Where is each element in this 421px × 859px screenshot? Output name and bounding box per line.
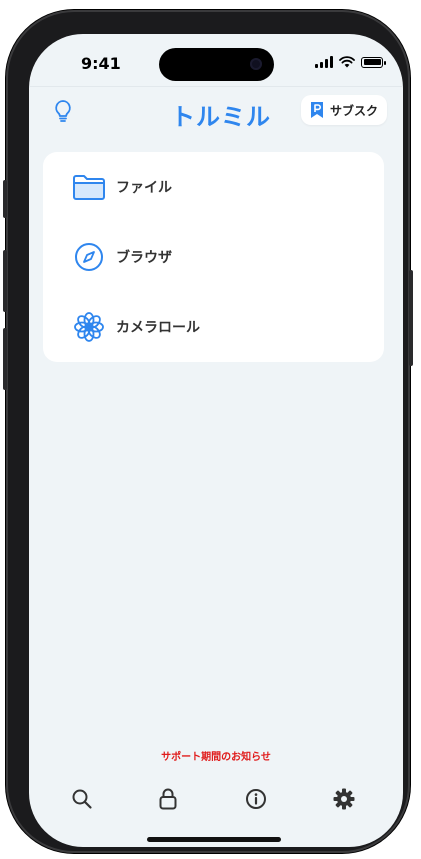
tab-settings[interactable]: [331, 786, 357, 812]
app-logo: トルミル: [171, 103, 271, 131]
front-camera: [250, 58, 262, 70]
folder-icon: [71, 169, 107, 205]
status-time: 9:41: [81, 54, 121, 73]
tab-info[interactable]: [243, 786, 269, 812]
info-icon: [246, 789, 266, 809]
subscribe-label: サブスク: [329, 103, 378, 118]
volume-up-button: [3, 250, 7, 312]
menu-item-camera-roll[interactable]: カメラロール: [43, 297, 384, 357]
action-button: [3, 180, 7, 218]
hint-button[interactable]: [49, 97, 77, 125]
support-notice-link[interactable]: サポート期間のお知らせ: [29, 748, 403, 763]
menu-item-file[interactable]: ファイル: [43, 157, 384, 217]
status-icons: [315, 56, 386, 68]
tab-search[interactable]: [69, 786, 95, 812]
compass-icon: [71, 239, 107, 275]
search-icon: [72, 789, 92, 809]
home-indicator[interactable]: [147, 837, 281, 842]
menu-item-file-label: ファイル: [116, 180, 172, 196]
power-button: [409, 270, 413, 366]
dynamic-island: [159, 48, 274, 81]
phone-frame: 9:41 トルミル サブスク ファイル ブラウザ カメラロール サポート期間のお…: [3, 10, 413, 853]
lock-icon: [159, 788, 177, 810]
tab-lock[interactable]: [155, 786, 181, 812]
cellular-signal-icon: [315, 56, 333, 68]
photos-flower-icon: [71, 309, 107, 345]
menu-item-camera-roll-label: カメラロール: [116, 320, 200, 336]
volume-down-button: [3, 328, 7, 390]
app-header: トルミル サブスク: [29, 86, 403, 137]
subscribe-button[interactable]: サブスク: [301, 95, 387, 125]
menu-item-browser[interactable]: ブラウザ: [43, 227, 384, 287]
bookmark-p-icon: [310, 102, 323, 118]
wifi-icon: [339, 56, 355, 68]
battery-icon: [361, 56, 386, 68]
lightbulb-icon: [55, 100, 71, 122]
menu-card: ファイル ブラウザ カメラロール: [43, 152, 384, 362]
menu-item-browser-label: ブラウザ: [116, 250, 172, 266]
screen: 9:41 トルミル サブスク ファイル ブラウザ カメラロール サポート期間のお…: [29, 34, 403, 847]
tab-bar: [29, 782, 403, 814]
gear-icon: [333, 788, 355, 810]
